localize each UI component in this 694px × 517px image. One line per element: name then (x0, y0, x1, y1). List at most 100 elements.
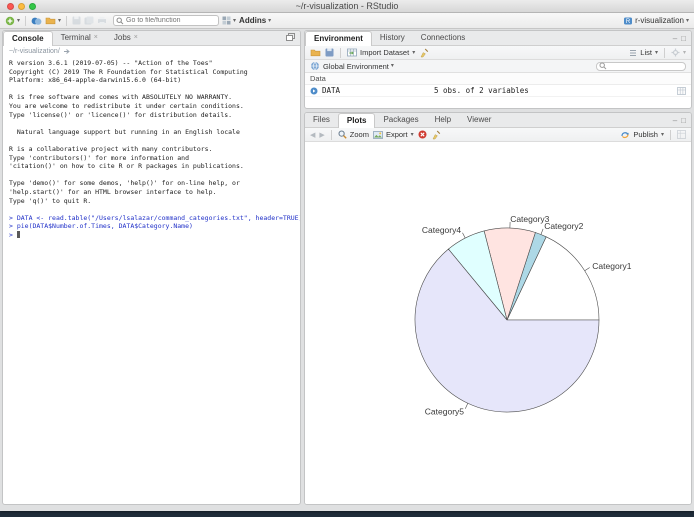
tab-packages[interactable]: Packages (375, 113, 426, 127)
new-file-icon (5, 16, 15, 26)
maximize-pane-button[interactable]: □ (681, 35, 686, 43)
project-icon (31, 16, 42, 26)
console-line (9, 136, 294, 145)
refresh-environment-button[interactable]: ▾ (671, 48, 686, 57)
load-workspace-icon[interactable] (310, 48, 321, 57)
environment-toolbar: Import Dataset ▾ List ▾ ▾ (305, 46, 691, 60)
export-plot-button[interactable]: Export ▾ (373, 130, 414, 139)
minimize-pane-button[interactable]: – (673, 35, 677, 43)
close-window-button[interactable] (7, 3, 14, 10)
save-button[interactable] (72, 16, 81, 25)
pie-label: Category5 (425, 406, 464, 416)
new-file-button[interactable]: ▾ (5, 16, 20, 26)
toolbar-separator (25, 16, 26, 26)
right-column: Environment History Connections – □ Impo… (304, 30, 692, 505)
open-file-button[interactable]: ▾ (45, 16, 61, 25)
pie-label-tick (585, 268, 590, 271)
pie-label-tick (463, 233, 466, 238)
workspace: Console Terminal× Jobs× ~/r-visualizatio… (0, 30, 694, 505)
save-all-button[interactable] (84, 16, 94, 25)
console-line: R is a collaborative project with many c… (9, 145, 294, 154)
console-line: 'citation()' on how to cite R or R packa… (9, 162, 294, 171)
remove-plot-button[interactable] (418, 130, 427, 139)
tab-history[interactable]: History (372, 31, 413, 45)
environment-search (596, 61, 686, 71)
goto-file-input[interactable] (113, 15, 219, 26)
publish-icon (620, 130, 630, 139)
toolbar-separator (340, 48, 341, 58)
console-pane-buttons (286, 33, 300, 45)
tab-plots[interactable]: Plots (338, 113, 376, 128)
environment-pane: Environment History Connections – □ Impo… (304, 30, 692, 109)
tab-environment[interactable]: Environment (305, 31, 372, 46)
console-line: > (9, 231, 294, 240)
pie-label: Category3 (510, 214, 549, 224)
project-menu-button[interactable]: R r-visualization ▾ (623, 16, 689, 26)
close-icon[interactable]: × (134, 31, 138, 45)
close-icon[interactable]: × (94, 31, 98, 45)
next-plot-button[interactable]: ▶ (319, 131, 324, 139)
restore-panes-icon[interactable] (286, 33, 295, 43)
pie-label: Category2 (544, 221, 583, 231)
view-table-icon[interactable] (677, 87, 686, 95)
list-view-button[interactable]: List ▾ (629, 48, 658, 57)
tab-files[interactable]: Files (305, 113, 338, 127)
console-line: Type 'contributors()' for more informati… (9, 154, 294, 163)
caret-down-icon: ▾ (683, 50, 686, 56)
tab-jobs[interactable]: Jobs× (106, 31, 146, 45)
titlebar: ~/r-visualization - RStudio (0, 0, 694, 13)
console-line: > DATA <- read.table("/Users/lsalazar/co… (9, 214, 294, 223)
new-project-button[interactable] (31, 16, 42, 26)
svg-text:R: R (626, 19, 631, 25)
image-icon (373, 131, 383, 139)
tab-connections[interactable]: Connections (413, 31, 473, 45)
environment-scope-button[interactable]: Global Environment ▾ (323, 62, 394, 71)
window-title: ~/r-visualization - RStudio (0, 0, 694, 13)
plots-tabbar: Files Plots Packages Help Viewer – □ (305, 113, 691, 128)
panes-grid-icon (222, 16, 231, 25)
console-line: Natural language support but running in … (9, 128, 294, 137)
console-line: Type 'license()' or 'licence()' for dist… (9, 111, 294, 120)
clear-objects-broom-icon[interactable] (419, 48, 429, 58)
tab-console[interactable]: Console (3, 31, 53, 46)
console-line: Copyright (C) 2019 The R Foundation for … (9, 68, 294, 77)
main-toolbar: ▾ ▾ ▾ Addins ▾ (0, 13, 694, 29)
goto-directory-arrow-icon[interactable] (63, 48, 71, 55)
print-button[interactable] (97, 16, 107, 25)
import-dataset-button[interactable]: Import Dataset ▾ (347, 48, 415, 57)
clear-plots-broom-icon[interactable] (431, 130, 441, 140)
tab-terminal[interactable]: Terminal× (53, 31, 106, 45)
project-name-label: r-visualization (635, 16, 684, 25)
tab-viewer[interactable]: Viewer (459, 113, 499, 127)
rstudio-window: ~/r-visualization - RStudio ▾ ▾ (0, 0, 694, 511)
environment-pane-buttons: – □ (673, 35, 691, 45)
caret-down-icon: ▾ (661, 132, 664, 138)
magnifier-icon (338, 130, 347, 139)
save-workspace-icon[interactable] (325, 48, 334, 57)
folder-icon (45, 16, 56, 25)
caret-down-icon: ▾ (412, 50, 415, 56)
zoom-plot-button[interactable]: Zoom (338, 130, 369, 139)
caret-down-icon: ▾ (58, 18, 61, 24)
console-output[interactable]: R version 3.6.1 (2019-07-05) -- "Action … (3, 57, 300, 504)
minimize-pane-button[interactable]: – (673, 117, 677, 125)
publish-button[interactable]: Publish ▾ (620, 130, 664, 139)
zoom-window-button[interactable] (29, 3, 36, 10)
import-dataset-icon (347, 48, 357, 57)
working-directory-bar: ~/r-visualization/ (3, 46, 300, 57)
expand-object-icon[interactable] (310, 87, 318, 95)
maximize-pane-button[interactable]: □ (681, 117, 686, 125)
environment-search-input[interactable] (596, 62, 686, 71)
minimize-window-button[interactable] (18, 3, 25, 10)
refresh-plot-icon[interactable] (677, 130, 686, 139)
pie-label-tick (465, 403, 468, 409)
environment-object-row[interactable]: DATA 5 obs. of 2 variables (305, 85, 691, 97)
tab-help[interactable]: Help (427, 113, 459, 127)
object-description: 5 obs. of 2 variables (434, 86, 673, 95)
console-line: Type 'demo()' for some demos, 'help()' f… (9, 179, 294, 188)
addins-button[interactable]: Addins ▾ (239, 16, 271, 25)
gear-icon (671, 48, 680, 57)
previous-plot-button[interactable]: ◀ (310, 131, 315, 139)
workspace-panes-button[interactable]: ▾ (222, 16, 236, 25)
console-line: Type 'q()' to quit R. (9, 197, 294, 206)
